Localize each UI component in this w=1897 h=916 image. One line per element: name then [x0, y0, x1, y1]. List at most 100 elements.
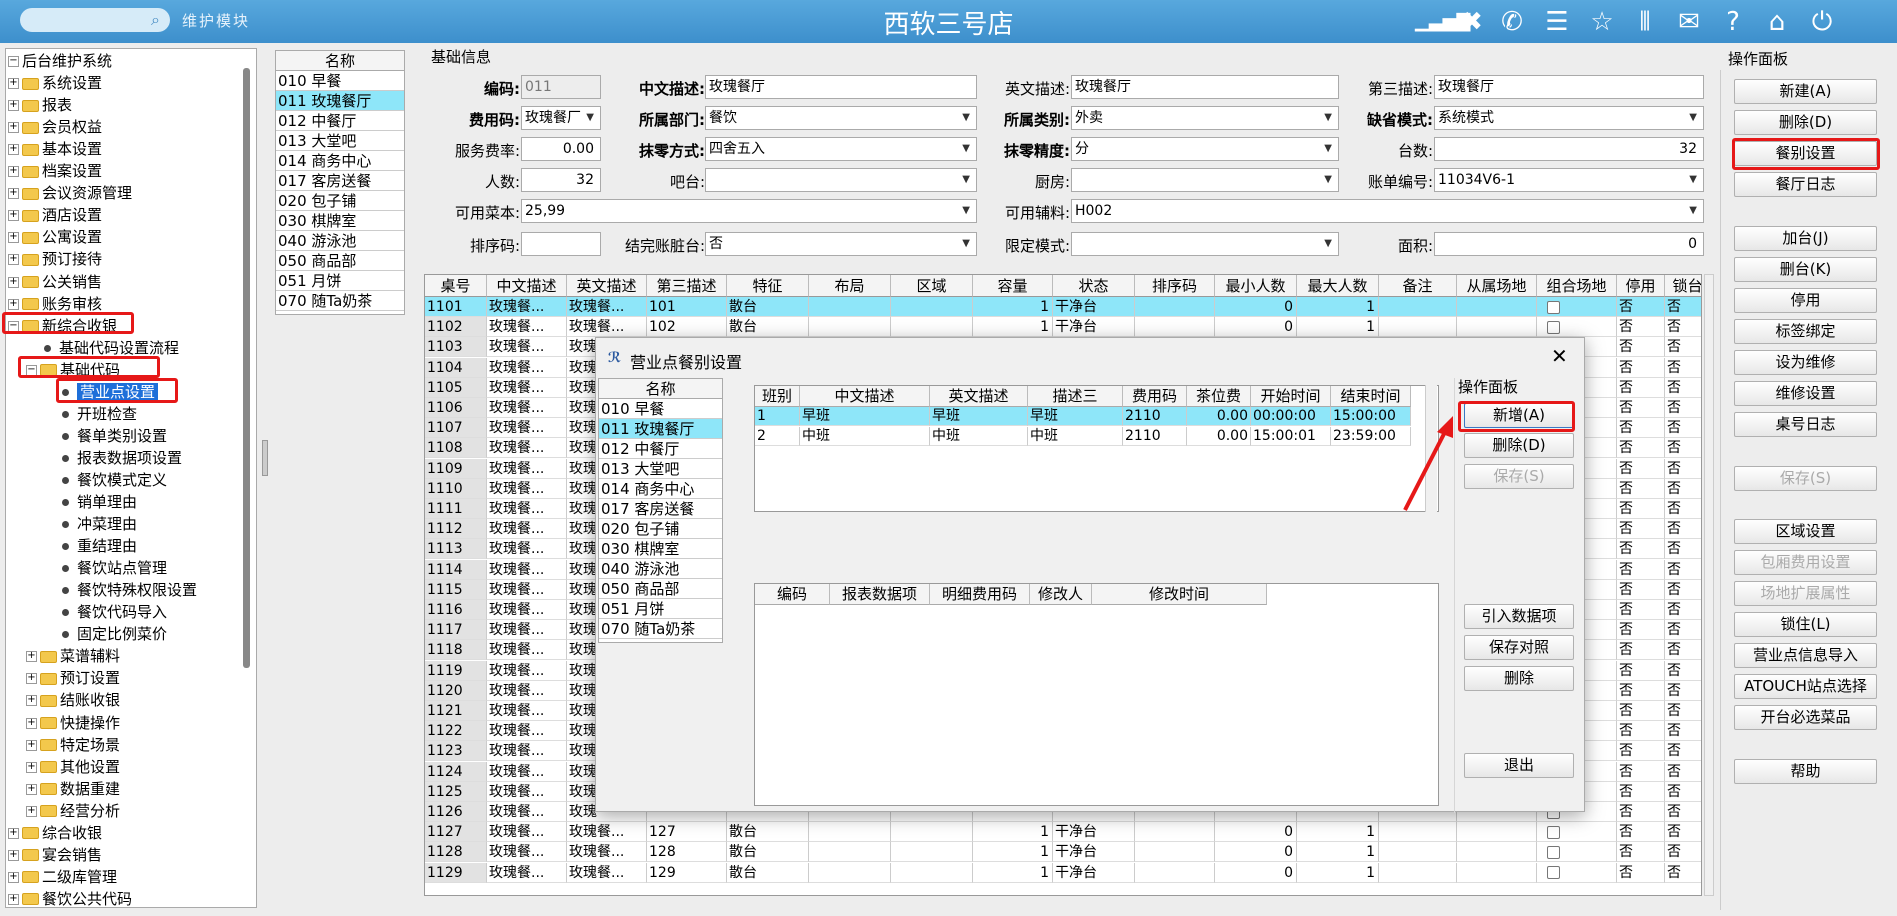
grid-header-cell[interactable]: 第三描述 — [647, 275, 727, 297]
panel-button[interactable]: 帮助 — [1734, 759, 1877, 784]
shift-cell[interactable]: 00:00:00 — [1251, 407, 1331, 426]
table-cell[interactable]: 否 — [1665, 600, 1701, 620]
table-cell[interactable]: 玫瑰餐... — [487, 357, 567, 378]
search-icon[interactable]: ⌕ — [151, 10, 160, 30]
tree-item[interactable]: + 宴会销售 — [8, 844, 102, 866]
table-cell[interactable] — [1135, 297, 1215, 317]
tree-item[interactable]: + 基本设置 — [8, 138, 102, 160]
expand-icon[interactable]: + — [8, 188, 19, 200]
table-cell[interactable]: 散台 — [727, 317, 809, 338]
expand-icon[interactable]: + — [8, 849, 19, 861]
expand-icon[interactable]: + — [26, 783, 37, 795]
shift-header-cell[interactable]: 描述三 — [1028, 386, 1123, 407]
tree-item[interactable]: + 二级库管理 — [8, 866, 117, 888]
table-cell[interactable]: 否 — [1665, 580, 1701, 600]
table-cell[interactable]: 散台 — [727, 297, 809, 317]
table-cell[interactable]: 否 — [1617, 579, 1665, 600]
table-cell[interactable]: 1122 — [425, 721, 487, 742]
table-cell[interactable]: 否 — [1665, 418, 1701, 439]
grid-header-cell[interactable]: 英文描述 — [567, 275, 647, 297]
table-cell[interactable]: 否 — [1617, 458, 1665, 479]
close-icon[interactable]: ✕ — [1551, 344, 1568, 368]
shift-cell[interactable]: 中班 — [1028, 427, 1123, 446]
menu-icon[interactable]: ☰ — [1540, 5, 1574, 39]
tree-item[interactable]: + 综合收银 — [8, 822, 102, 844]
panel-button[interactable]: 删除(D) — [1734, 110, 1877, 135]
expand-icon[interactable]: + — [26, 673, 37, 685]
combine-checkbox[interactable] — [1547, 300, 1560, 314]
table-cell[interactable] — [891, 822, 973, 843]
table-cell[interactable]: 1109 — [425, 458, 487, 479]
list-item[interactable]: 013 大堂吧 — [276, 131, 404, 151]
star-icon[interactable]: ☆ — [1585, 5, 1619, 39]
en-desc-field[interactable]: 玫瑰餐厅 — [1071, 75, 1339, 99]
sort-field[interactable] — [521, 232, 601, 256]
table-cell[interactable]: 否 — [1617, 398, 1665, 418]
list-item[interactable]: 010 早餐 — [599, 399, 722, 419]
table-cell[interactable] — [1537, 297, 1617, 317]
table-cell[interactable]: 1113 — [425, 539, 487, 560]
power-icon[interactable]: ⏻ — [1805, 5, 1839, 39]
list-item[interactable]: 014 商务中心 — [599, 479, 722, 499]
third-desc-field[interactable]: 玫瑰餐厅 — [1434, 75, 1704, 99]
tree-item[interactable]: 冲菜理由 — [62, 513, 137, 535]
splitter-handle[interactable] — [262, 440, 268, 476]
tree-item[interactable]: + 账务审核 — [8, 293, 102, 315]
grid-header-cell[interactable]: 最小人数 — [1215, 275, 1297, 297]
shift-cell[interactable]: 2110 — [1123, 407, 1187, 426]
table-cell[interactable]: 玫瑰餐... — [487, 539, 567, 560]
table-cell[interactable]: 否 — [1665, 317, 1701, 338]
report-header-cell[interactable]: 修改人 — [1030, 584, 1092, 605]
table-cell[interactable]: 否 — [1617, 539, 1665, 560]
delete-mapping-button[interactable]: 删除 — [1464, 666, 1574, 691]
table-cell[interactable]: 1125 — [425, 781, 487, 802]
panel-button[interactable]: 开台必选菜品 — [1734, 705, 1877, 730]
table-cell[interactable]: 1129 — [425, 862, 487, 883]
table-cell[interactable]: 干净台 — [1053, 317, 1135, 338]
aux-select[interactable]: H002 — [1071, 199, 1704, 223]
table-cell[interactable]: 1110 — [425, 478, 487, 499]
table-cell[interactable]: 否 — [1617, 357, 1665, 378]
table-cell[interactable] — [1135, 317, 1215, 338]
table-cell[interactable]: 否 — [1617, 317, 1665, 338]
area-field[interactable]: 0 — [1434, 232, 1704, 256]
table-cell[interactable]: 玫瑰餐... — [487, 680, 567, 701]
table-cell[interactable]: 1117 — [425, 620, 487, 641]
tree-item[interactable]: − 新综合收银 — [8, 315, 117, 337]
expand-icon[interactable]: + — [8, 100, 19, 112]
table-cell[interactable]: 玫瑰餐... — [567, 297, 647, 317]
expand-icon[interactable]: − — [26, 364, 37, 376]
table-cell[interactable]: 玫瑰餐... — [487, 579, 567, 600]
panel-button[interactable]: 桌号日志 — [1734, 412, 1877, 437]
tree-item[interactable]: + 会议资源管理 — [8, 182, 132, 204]
table-cell[interactable] — [809, 317, 891, 338]
table-cell[interactable] — [891, 297, 973, 317]
table-cell[interactable]: 否 — [1617, 741, 1665, 762]
table-cell[interactable]: 否 — [1665, 438, 1701, 459]
grid-header-cell[interactable]: 排序码 — [1135, 275, 1215, 297]
expand-icon[interactable]: + — [8, 893, 19, 905]
table-cell[interactable]: 否 — [1665, 560, 1701, 580]
shift-cell[interactable]: 0.00 — [1187, 407, 1251, 426]
tree-item[interactable]: − 后台维护系统 — [8, 50, 112, 72]
add-shift-button[interactable]: 新增(A) — [1464, 403, 1574, 428]
tree-item[interactable]: + 其他设置 — [26, 756, 120, 778]
table-cell[interactable]: 1120 — [425, 680, 487, 701]
table-cell[interactable] — [1135, 862, 1215, 883]
table-cell[interactable]: 干净台 — [1053, 842, 1135, 863]
list-item[interactable]: 011 玫瑰餐厅 — [599, 419, 722, 439]
shift-header-cell[interactable]: 费用码 — [1123, 386, 1187, 407]
list-item[interactable]: 020 包子铺 — [276, 191, 404, 211]
table-cell[interactable] — [1379, 822, 1457, 843]
shift-cell[interactable]: 中班 — [800, 427, 930, 446]
table-cell[interactable]: 0 — [1215, 862, 1297, 883]
table-cell[interactable]: 否 — [1665, 358, 1701, 378]
tree-item[interactable]: + 结账收银 — [26, 689, 120, 711]
tree-item[interactable]: + 特定场景 — [26, 734, 120, 756]
table-cell[interactable]: 1 — [973, 317, 1053, 338]
grid-header-cell[interactable]: 最大人数 — [1297, 275, 1379, 297]
expand-icon[interactable]: + — [26, 739, 37, 751]
tree-item[interactable]: + 数据重建 — [26, 778, 120, 800]
table-cell[interactable]: 1123 — [425, 741, 487, 762]
table-cell[interactable] — [809, 822, 891, 843]
